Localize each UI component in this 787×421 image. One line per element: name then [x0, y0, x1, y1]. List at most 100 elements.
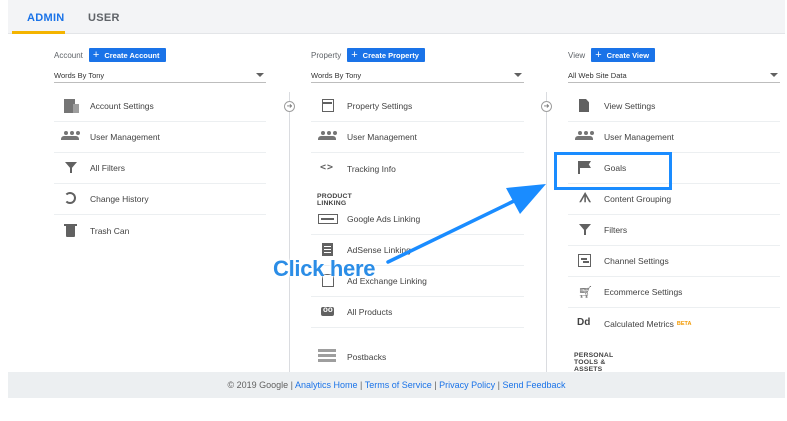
postbacks-item[interactable]: Postbacks	[311, 341, 524, 372]
admin-page: ADMIN USER Account + Create Account Word…	[8, 0, 785, 421]
footer-separator: |	[360, 380, 363, 390]
account-label: Account	[54, 50, 83, 60]
create-property-button[interactable]: + Create Property	[347, 48, 425, 62]
terms-of-service-link[interactable]: Terms of Service	[365, 380, 432, 390]
chevron-down-icon	[256, 73, 264, 77]
settings-square-icon	[317, 98, 339, 114]
tracking-info-item[interactable]: <> Tracking Info	[311, 153, 524, 184]
arrow-right-icon: ➜	[284, 101, 295, 112]
admin-content: Account + Create Account Words By Tony A…	[8, 34, 785, 373]
property-user-management-item[interactable]: User Management	[311, 122, 524, 153]
channel-settings-label: Channel Settings	[604, 256, 669, 266]
account-selector-value: Words By Tony	[54, 71, 105, 80]
create-property-label: Create Property	[362, 50, 419, 60]
property-settings-label: Property Settings	[347, 101, 413, 111]
google-ads-linking-label: Google Ads Linking	[347, 214, 421, 224]
history-icon	[60, 191, 82, 207]
plus-icon: +	[595, 49, 602, 61]
view-selector[interactable]: All Web Site Data	[568, 68, 780, 83]
all-products-icon	[317, 304, 339, 320]
document-icon	[574, 98, 596, 114]
account-settings-item[interactable]: Account Settings	[54, 91, 266, 122]
create-account-label: Create Account	[104, 50, 160, 60]
all-filters-item[interactable]: All Filters	[54, 153, 266, 184]
tab-admin[interactable]: ADMIN	[27, 12, 65, 24]
filters-item[interactable]: Filters	[568, 215, 780, 246]
view-selector-value: All Web Site Data	[568, 71, 627, 80]
view-column: View + Create View All Web Site Data Vie…	[568, 34, 780, 373]
channel-settings-item[interactable]: Channel Settings	[568, 246, 780, 277]
people-icon	[317, 129, 339, 145]
admin-tabbar: ADMIN USER	[8, 0, 785, 34]
account-user-management-label: User Management	[90, 132, 160, 142]
filter-icon	[60, 160, 82, 176]
beta-badge: BETA	[676, 320, 692, 327]
tracking-info-label: Tracking Info	[347, 163, 396, 174]
column-divider	[546, 92, 547, 372]
privacy-policy-link[interactable]: Privacy Policy	[439, 380, 495, 390]
chevron-down-icon	[514, 73, 522, 77]
trash-icon	[60, 223, 82, 239]
chevron-down-icon	[770, 73, 778, 77]
personal-tools-header: PERSONAL TOOLS & ASSETS	[574, 352, 614, 373]
building-icon	[60, 98, 82, 114]
property-selector[interactable]: Words By Tony	[311, 68, 524, 83]
filter-icon	[574, 222, 596, 238]
trash-can-item[interactable]: Trash Can	[54, 215, 266, 246]
all-products-label: All Products	[347, 307, 393, 317]
adsense-linking-label: AdSense Linking	[347, 245, 411, 255]
property-user-management-label: User Management	[347, 132, 417, 142]
create-view-button[interactable]: + Create View	[591, 48, 656, 62]
account-settings-label: Account Settings	[90, 101, 154, 111]
people-icon	[574, 129, 596, 145]
cart-icon: 🛒︎	[578, 285, 594, 299]
view-settings-label: View Settings	[604, 101, 656, 111]
ecommerce-settings-label: Ecommerce Settings	[604, 287, 683, 297]
account-header: Account + Create Account	[54, 48, 166, 62]
create-view-label: Create View	[606, 50, 650, 60]
view-user-management-item[interactable]: User Management	[568, 122, 780, 153]
trash-can-label: Trash Can	[90, 225, 130, 236]
view-label: View	[568, 50, 586, 60]
property-column: Property + Create Property Words By Tony…	[311, 34, 524, 372]
code-icon: <>	[320, 161, 335, 173]
view-header: View + Create View	[568, 48, 656, 62]
channel-icon	[574, 253, 596, 269]
content-grouping-label: Content Grouping	[604, 194, 672, 204]
footer-separator: |	[434, 380, 437, 390]
create-account-button[interactable]: + Create Account	[88, 48, 166, 62]
ecommerce-settings-item[interactable]: 🛒︎ Ecommerce Settings	[568, 277, 780, 308]
postbacks-label: Postbacks	[347, 351, 387, 362]
dd-icon: Dd	[577, 316, 591, 328]
change-history-label: Change History	[90, 194, 149, 204]
view-user-management-label: User Management	[604, 132, 674, 142]
property-settings-item[interactable]: Property Settings	[311, 91, 524, 122]
column-divider	[289, 92, 290, 372]
goals-highlight-box	[554, 152, 672, 190]
property-header: Property + Create Property	[311, 48, 425, 62]
calculated-metrics-item[interactable]: Dd Calculated Metrics BETA	[568, 308, 780, 339]
account-user-management-item[interactable]: User Management	[54, 122, 266, 153]
people-icon	[60, 129, 82, 145]
plus-icon: +	[351, 49, 358, 61]
analytics-home-link[interactable]: Analytics Home	[295, 380, 358, 390]
view-settings-item[interactable]: View Settings	[568, 91, 780, 122]
google-ads-linking-item[interactable]: Google Ads Linking	[311, 204, 524, 235]
account-selector[interactable]: Words By Tony	[54, 68, 266, 83]
filters-label: Filters	[604, 225, 628, 235]
tab-user[interactable]: USER	[88, 12, 120, 24]
send-feedback-link[interactable]: Send Feedback	[503, 380, 566, 390]
footer-separator: |	[497, 380, 500, 390]
all-products-item[interactable]: All Products	[311, 297, 524, 328]
plus-icon: +	[92, 49, 100, 61]
all-filters-label: All Filters	[90, 163, 125, 173]
footer: © 2019 Google | Analytics Home | Terms o…	[8, 372, 785, 398]
click-here-callout: Click here	[273, 256, 376, 281]
content-grouping-icon: ᗑ	[579, 190, 592, 205]
copyright-text: © 2019 Google |	[227, 380, 293, 390]
ads-icon	[317, 211, 339, 227]
property-selector-value: Words By Tony	[311, 71, 362, 80]
arrow-right-icon: ➜	[541, 101, 552, 112]
change-history-item[interactable]: Change History	[54, 184, 266, 215]
calculated-metrics-label: Calculated Metrics	[604, 318, 674, 329]
